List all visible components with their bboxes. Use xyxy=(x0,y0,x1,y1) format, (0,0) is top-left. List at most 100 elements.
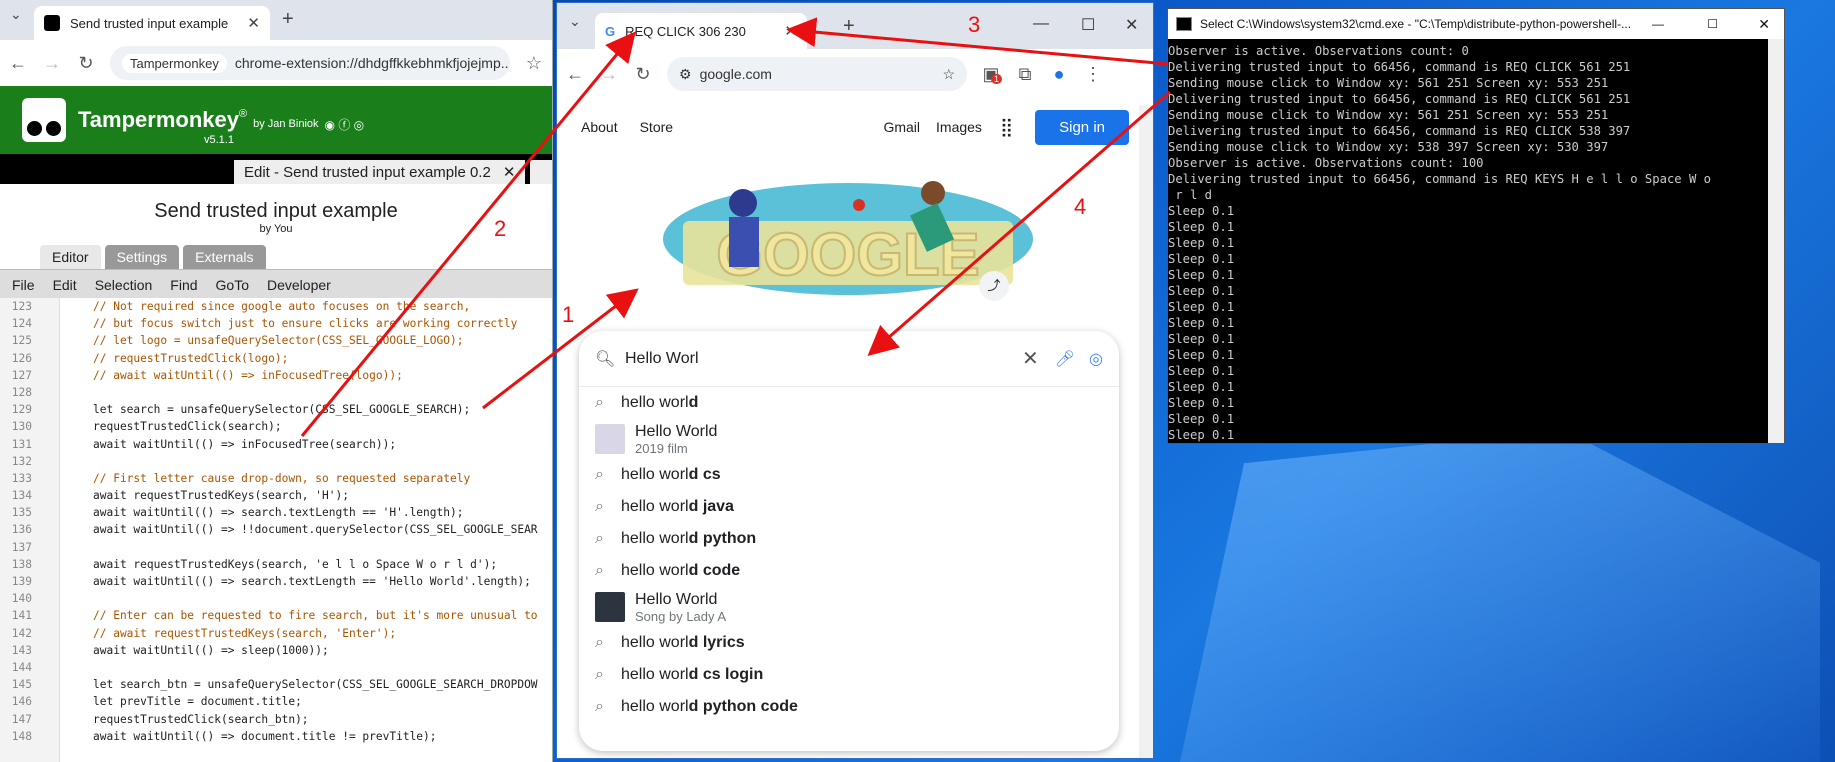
suggestion-item[interactable]: Hello World 2019 film xyxy=(579,419,1119,459)
menu-goto[interactable]: GoTo xyxy=(216,277,249,293)
suggestion-item[interactable]: ⌕ hello worl d lyrics xyxy=(579,627,1119,659)
code-line[interactable]: 138 await requestTrustedKeys(search, 'e l… xyxy=(0,556,552,573)
back-icon[interactable]: ← xyxy=(565,64,585,85)
minimize-icon[interactable]: — xyxy=(1033,15,1049,33)
new-tab-icon[interactable]: + xyxy=(843,15,855,38)
suggestion-item[interactable]: ⌕ hello worl d xyxy=(579,387,1119,419)
console-output[interactable]: Observer is active. Observations count: … xyxy=(1168,39,1784,443)
line-text: let search = unsafeQuerySelector(CSS_SEL… xyxy=(93,403,471,417)
voice-search-icon[interactable]: 🎤︎ xyxy=(1055,349,1075,369)
code-line[interactable]: 134 await requestTrustedKeys(search, 'H')… xyxy=(0,487,552,504)
gmail-link[interactable]: Gmail xyxy=(883,119,920,135)
code-line[interactable]: 128 xyxy=(0,384,552,401)
about-link[interactable]: About xyxy=(581,119,618,135)
code-line[interactable]: 131 await waitUntil(() => inFocusedTree(s… xyxy=(0,436,552,453)
back-icon[interactable]: ← xyxy=(8,53,28,74)
code-line[interactable]: 147 requestTrustedClick(search_btn); xyxy=(0,711,552,728)
maximize-icon[interactable]: ☐ xyxy=(1707,17,1718,31)
line-number: 127 xyxy=(11,368,32,382)
code-line[interactable]: 143 await waitUntil(() => sleep(1000)); xyxy=(0,642,552,659)
tab-search-icon[interactable]: ⌄ xyxy=(10,6,22,23)
address-bar[interactable]: Tampermonkey chrome-extension://dhdgffkk… xyxy=(110,46,510,80)
social-icons[interactable]: ◉ ⓕ ◎ xyxy=(325,116,365,133)
code-line[interactable]: 135 await waitUntil(() => search.textLeng… xyxy=(0,504,552,521)
site-info-icon[interactable]: ⚙ xyxy=(679,66,692,83)
window-close-icon[interactable]: ✕ xyxy=(1125,15,1138,35)
menu-find[interactable]: Find xyxy=(170,277,197,293)
code-line[interactable]: 139 await waitUntil(() => search.textLeng… xyxy=(0,573,552,590)
menu-selection[interactable]: Selection xyxy=(95,277,153,293)
line-number: 126 xyxy=(11,351,32,365)
close-tab-icon[interactable]: ✕ xyxy=(247,14,260,32)
code-line[interactable]: 125 // let logo = unsafeQuerySelector(CSS… xyxy=(0,332,552,349)
search-icon: ⌕ xyxy=(595,530,604,547)
new-tab-icon[interactable]: + xyxy=(282,8,294,31)
code-line[interactable]: 130 requestTrustedClick(search); xyxy=(0,418,552,435)
console-scrollbar[interactable] xyxy=(1768,39,1784,443)
code-line[interactable]: 146 let prevTitle = document.title; xyxy=(0,693,552,710)
console-line: Sleep 0.1 xyxy=(1168,204,1235,218)
bookmark-star-icon[interactable]: ☆ xyxy=(524,53,544,74)
code-line[interactable]: 136 await waitUntil(() => !!document.quer… xyxy=(0,521,552,538)
minimize-icon[interactable]: — xyxy=(1652,17,1664,31)
profile-icon[interactable]: ● xyxy=(1049,64,1069,85)
code-line[interactable]: 123 // Not required since google auto foc… xyxy=(0,298,552,315)
extension-icon[interactable]: ▣ 1 xyxy=(981,64,1003,85)
code-line[interactable]: 132 xyxy=(0,453,552,470)
forward-icon[interactable]: → xyxy=(599,64,619,85)
code-line[interactable]: 137 xyxy=(0,539,552,556)
maximize-icon[interactable]: ☐ xyxy=(1081,15,1095,35)
forward-icon[interactable]: → xyxy=(42,53,62,74)
code-line[interactable]: 148 await waitUntil(() => document.title … xyxy=(0,728,552,745)
code-line[interactable]: 127 // await waitUntil(() => inFocusedTre… xyxy=(0,367,552,384)
bookmark-star-icon[interactable]: ☆ xyxy=(942,66,955,83)
sign-in-button[interactable]: Sign in xyxy=(1035,109,1129,145)
code-line[interactable]: 124 // but focus switch just to ensure cl… xyxy=(0,315,552,332)
puzzle-extensions-icon[interactable]: ⧉ xyxy=(1015,64,1035,85)
suggestion-item[interactable]: ⌕ hello worl d cs xyxy=(579,459,1119,491)
images-link[interactable]: Images xyxy=(936,119,982,135)
page-scrollbar[interactable] xyxy=(1139,105,1153,758)
suggestion-prefix: hello worl xyxy=(621,466,689,483)
suggestion-item[interactable]: ⌕ hello worl d python code xyxy=(579,691,1119,723)
clear-search-icon[interactable]: ✕ xyxy=(1022,346,1039,371)
subtab-settings[interactable]: Settings xyxy=(104,245,180,269)
apps-grid-icon[interactable]: ⣿ xyxy=(1000,117,1013,138)
suggestion-item[interactable]: ⌕ hello worl d cs login xyxy=(579,659,1119,691)
suggestion-item[interactable]: ⌕ hello worl d java xyxy=(579,491,1119,523)
tab-send-trusted-input[interactable]: Send trusted input example ✕ xyxy=(34,6,270,40)
close-edit-tab-icon[interactable]: ✕ xyxy=(503,163,516,181)
subtab-editor[interactable]: Editor xyxy=(40,245,101,269)
store-link[interactable]: Store xyxy=(640,119,673,135)
menu-developer[interactable]: Developer xyxy=(267,277,331,293)
search-input[interactable]: 🔍︎ Hello Worl ✕ 🎤︎ ◎ xyxy=(579,331,1119,387)
reload-icon[interactable]: ↻ xyxy=(633,64,653,85)
suggestion-item[interactable]: Hello World Song by Lady A xyxy=(579,587,1119,627)
subtab-externals[interactable]: Externals xyxy=(183,245,266,269)
close-tab-icon[interactable]: ✕ xyxy=(784,22,797,40)
code-line[interactable]: 141 // Enter can be requested to fire sea… xyxy=(0,607,552,624)
code-line[interactable]: 145 let search_btn = unsafeQuerySelector(… xyxy=(0,676,552,693)
tab-search-icon[interactable]: ⌄ xyxy=(569,13,581,30)
reload-icon[interactable]: ↻ xyxy=(76,53,96,74)
code-line[interactable]: 144 xyxy=(0,659,552,676)
code-line[interactable]: 133 // First letter cause drop-down, so r… xyxy=(0,470,552,487)
tab-edit-script[interactable]: Edit - Send trusted input example 0.2 ✕ xyxy=(234,160,526,184)
tab-overflow-icon[interactable] xyxy=(530,160,552,184)
tab-google[interactable]: G REQ CLICK 306 230 ✕ xyxy=(595,13,807,49)
code-line[interactable]: 126 // requestTrustedClick(logo); xyxy=(0,350,552,367)
code-editor[interactable]: 123 // Not required since google auto foc… xyxy=(0,298,552,762)
window-close-icon[interactable]: ✕ xyxy=(1758,16,1770,33)
suggestion-item[interactable]: ⌕ hello worl d code xyxy=(579,555,1119,587)
code-line[interactable]: 142 // await requestTrustedKeys(search, '… xyxy=(0,625,552,642)
menu-file[interactable]: File xyxy=(12,277,35,293)
google-doodle[interactable]: GOOGLE xyxy=(663,163,1033,295)
suggestion-item[interactable]: ⌕ hello worl d python xyxy=(579,523,1119,555)
menu-edit[interactable]: Edit xyxy=(53,277,77,293)
lens-icon[interactable]: ◎ xyxy=(1089,349,1103,369)
code-line[interactable]: 129 let search = unsafeQuerySelector(CSS_… xyxy=(0,401,552,418)
address-bar[interactable]: ⚙ google.com ☆ xyxy=(667,57,967,91)
share-icon[interactable]: ⤴ xyxy=(979,271,1009,301)
kebab-menu-icon[interactable]: ⋮ xyxy=(1083,64,1103,85)
code-line[interactable]: 140 xyxy=(0,590,552,607)
